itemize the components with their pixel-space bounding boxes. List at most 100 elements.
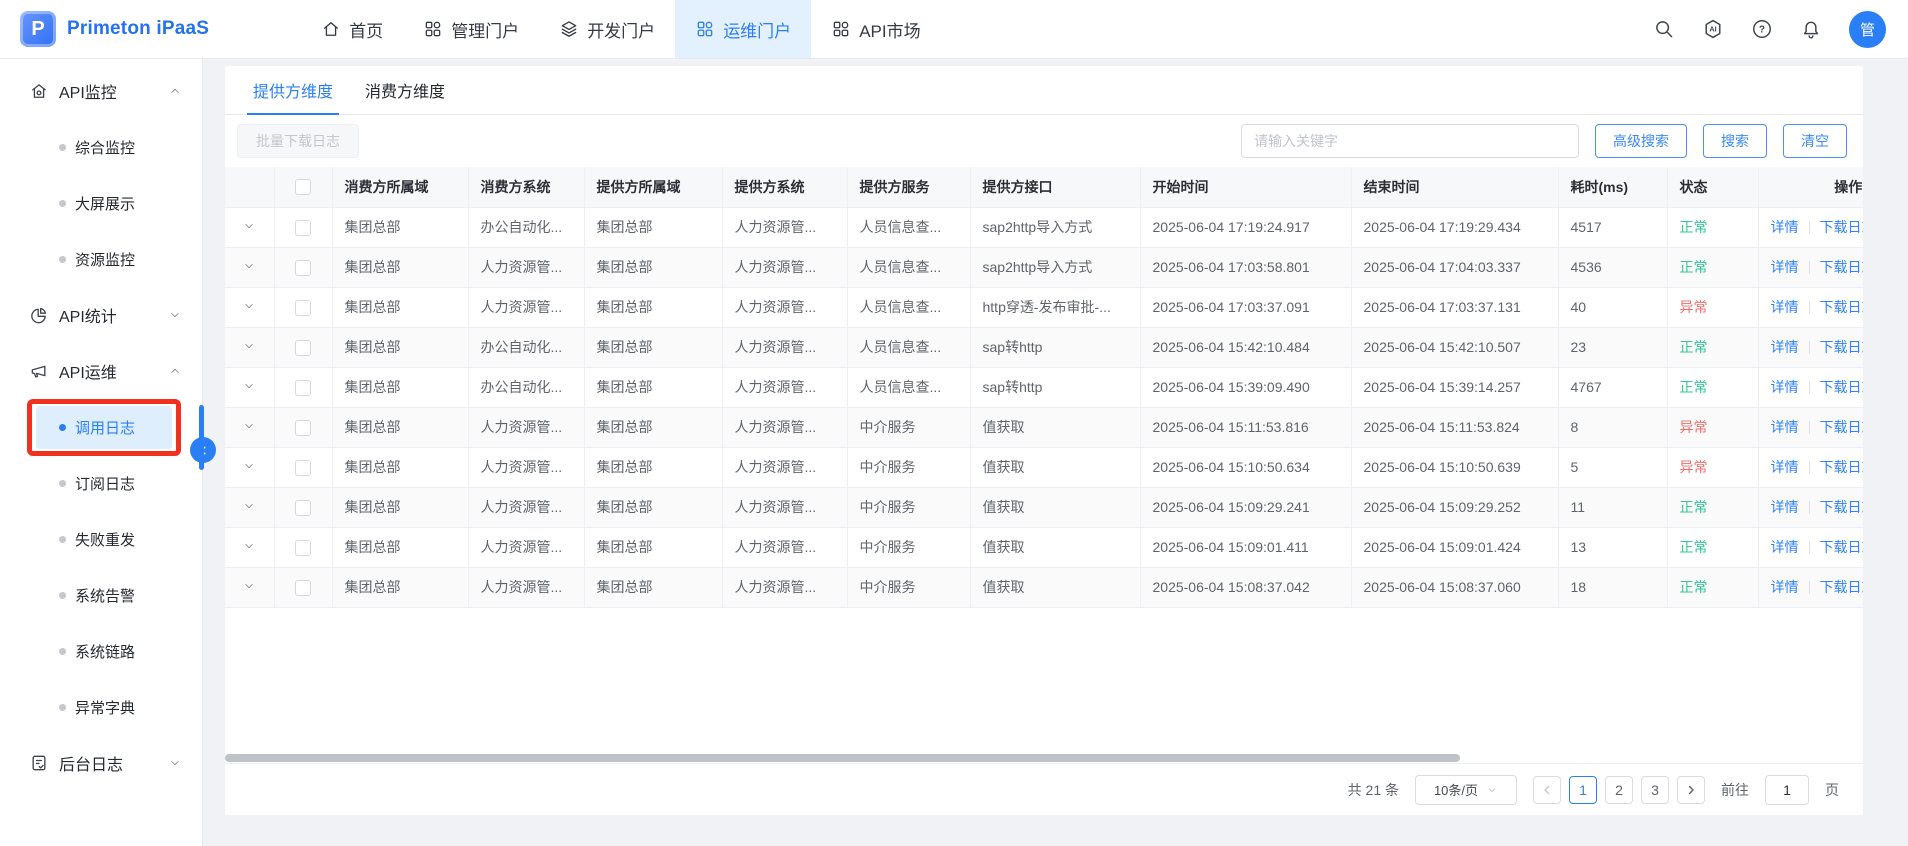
download-log-link[interactable]: 下载日志	[1820, 299, 1864, 315]
prev-page-button[interactable]	[1533, 776, 1561, 804]
detail-link[interactable]: 详情	[1771, 539, 1799, 555]
download-log-link[interactable]: 下载日志	[1820, 419, 1864, 435]
sidebar-item-big-screen[interactable]: 大屏展示	[0, 175, 202, 231]
nav-item-api-market[interactable]: API市场	[811, 0, 940, 58]
user-avatar[interactable]: 管	[1849, 11, 1886, 48]
sidebar-item-system-alert[interactable]: 系统告警	[0, 567, 202, 623]
table-row: 集团总部人力资源管...集团总部人力资源管...中介服务值获取2025-06-0…	[225, 567, 1863, 607]
download-log-link[interactable]: 下载日志	[1820, 579, 1864, 595]
goto-page-input[interactable]	[1765, 775, 1809, 805]
tab-provider-dimension[interactable]: 提供方维度	[237, 66, 349, 114]
row-checkbox[interactable]	[295, 260, 311, 276]
download-log-link[interactable]: 下载日志	[1820, 219, 1864, 235]
ai-assistant-icon[interactable]: AI	[1702, 18, 1724, 40]
clear-button[interactable]: 清空	[1783, 124, 1847, 158]
nav-item-home[interactable]: 首页	[301, 0, 403, 58]
cell-expand	[225, 407, 274, 447]
detail-link[interactable]: 详情	[1771, 219, 1799, 235]
page-number-button[interactable]: 3	[1641, 776, 1669, 804]
keyword-search-input[interactable]	[1241, 124, 1579, 158]
nav-item-ops-portal[interactable]: 运维门户	[675, 0, 811, 58]
cell-provider_domain: 集团总部	[584, 367, 722, 407]
detail-link[interactable]: 详情	[1771, 299, 1799, 315]
download-log-link[interactable]: 下载日志	[1820, 339, 1864, 355]
row-checkbox[interactable]	[295, 420, 311, 436]
chevron-down-icon[interactable]	[242, 339, 256, 353]
detail-link[interactable]: 详情	[1771, 459, 1799, 475]
cell-expand	[225, 327, 274, 367]
sidebar-section-api-operations[interactable]: API运维	[0, 343, 202, 399]
download-log-link[interactable]: 下载日志	[1820, 379, 1864, 395]
notification-bell-icon[interactable]	[1800, 18, 1822, 40]
row-checkbox[interactable]	[295, 340, 311, 356]
sidebar-item-system-trace[interactable]: 系统链路	[0, 623, 202, 679]
sidebar-scrollbar-thumb[interactable]	[199, 405, 204, 470]
sidebar-section-backend-log[interactable]: 后台日志	[0, 735, 202, 791]
row-checkbox[interactable]	[295, 540, 311, 556]
nav-item-admin-portal[interactable]: 管理门户	[403, 0, 539, 58]
chevron-down-icon[interactable]	[242, 579, 256, 593]
sidebar-item-resource-monitoring[interactable]: 资源监控	[0, 231, 202, 287]
cell-consumer_system: 人力资源管...	[468, 407, 584, 447]
page-number-button[interactable]: 1	[1569, 776, 1597, 804]
sidebar-item-exception-dict[interactable]: 异常字典	[0, 679, 202, 735]
detail-link[interactable]: 详情	[1771, 499, 1799, 515]
search-button[interactable]: 搜索	[1703, 124, 1767, 158]
horizontal-scrollbar-thumb[interactable]	[225, 754, 1460, 762]
row-checkbox[interactable]	[295, 580, 311, 596]
row-checkbox[interactable]	[295, 300, 311, 316]
detail-link[interactable]: 详情	[1771, 579, 1799, 595]
cell-provider_system: 人力资源管...	[722, 367, 847, 407]
search-icon[interactable]	[1653, 18, 1675, 40]
next-page-button[interactable]	[1677, 776, 1705, 804]
download-log-link[interactable]: 下载日志	[1820, 259, 1864, 275]
main-content: 提供方维度消费方维度 批量下载日志 高级搜索 搜索 清空 消费方所属域消费方系统…	[203, 59, 1908, 846]
chevron-down-icon[interactable]	[242, 419, 256, 433]
detail-link[interactable]: 详情	[1771, 419, 1799, 435]
cell-actions: 详情 下载日志	[1758, 207, 1863, 247]
chevron-down-icon[interactable]	[242, 539, 256, 553]
sidebar-section-api-monitoring[interactable]: API监控	[0, 63, 202, 119]
help-icon[interactable]: ?	[1751, 18, 1773, 40]
sidebar-item-fail-resend[interactable]: 失败重发	[0, 511, 202, 567]
advanced-search-button[interactable]: 高级搜索	[1595, 124, 1687, 158]
page-number-button[interactable]: 2	[1605, 776, 1633, 804]
nav-item-dev-portal[interactable]: 开发门户	[539, 0, 675, 58]
row-checkbox[interactable]	[295, 220, 311, 236]
detail-link[interactable]: 详情	[1771, 339, 1799, 355]
column-header-provider_system: 提供方系统	[722, 167, 847, 207]
tab-consumer-dimension[interactable]: 消费方维度	[349, 66, 461, 114]
sidebar-section-label: 后台日志	[59, 751, 123, 775]
cell-provider_service: 中介服务	[847, 447, 970, 487]
sidebar-section-api-statistics[interactable]: API统计	[0, 287, 202, 343]
cell-checkbox	[274, 287, 332, 327]
download-log-link[interactable]: 下载日志	[1820, 539, 1864, 555]
chevron-down-icon[interactable]	[242, 499, 256, 513]
chevron-down-icon[interactable]	[242, 219, 256, 233]
batch-download-button[interactable]: 批量下载日志	[237, 124, 359, 158]
sidebar-item-invoke-log[interactable]: 调用日志	[0, 399, 202, 455]
cell-provider_domain: 集团总部	[584, 487, 722, 527]
chevron-down-icon[interactable]	[242, 459, 256, 473]
cell-start_time: 2025-06-04 17:03:37.091	[1140, 287, 1351, 327]
chevron-down-icon[interactable]	[242, 299, 256, 313]
select-all-checkbox[interactable]	[295, 179, 311, 195]
bullet-dot-icon	[59, 200, 66, 207]
row-checkbox[interactable]	[295, 380, 311, 396]
monitor-icon	[29, 81, 49, 101]
row-checkbox[interactable]	[295, 460, 311, 476]
download-log-link[interactable]: 下载日志	[1820, 459, 1864, 475]
chevron-down-icon[interactable]	[242, 259, 256, 273]
sidebar-item-subscribe-log[interactable]: 订阅日志	[0, 455, 202, 511]
chevron-down-icon[interactable]	[242, 379, 256, 393]
nav-item-label: 首页	[349, 17, 383, 42]
page-size-select[interactable]: 10条/页	[1415, 775, 1517, 805]
sidebar-item-label: 调用日志	[75, 417, 135, 438]
top-navbar: P Primeton iPaaS 首页管理门户开发门户运维门户API市场 AI?…	[0, 0, 1908, 59]
detail-link[interactable]: 详情	[1771, 379, 1799, 395]
row-checkbox[interactable]	[295, 500, 311, 516]
cell-end_time: 2025-06-04 15:39:14.257	[1351, 367, 1558, 407]
sidebar-item-combined-monitoring[interactable]: 综合监控	[0, 119, 202, 175]
download-log-link[interactable]: 下载日志	[1820, 499, 1864, 515]
detail-link[interactable]: 详情	[1771, 259, 1799, 275]
